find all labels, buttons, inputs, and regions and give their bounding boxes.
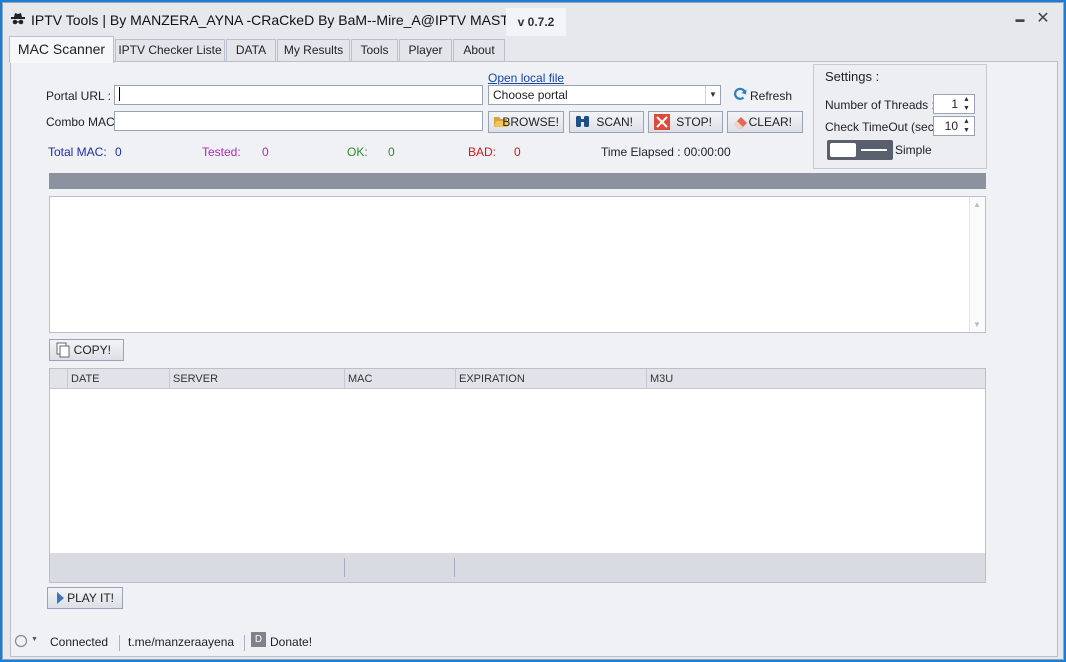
chevron-down-icon: ▼ xyxy=(705,86,720,104)
portal-select[interactable]: Choose portal ▼ xyxy=(488,85,721,105)
log-textbox[interactable]: ▲ ▼ xyxy=(49,196,986,333)
status-divider xyxy=(119,635,120,651)
scroll-down-icon[interactable]: ▼ xyxy=(973,320,981,329)
ok-label: OK: xyxy=(347,145,368,159)
tested-value: 0 xyxy=(262,145,269,159)
column-m3u[interactable]: M3U xyxy=(646,369,985,389)
stop-icon xyxy=(654,114,670,130)
combo-mac-input[interactable] xyxy=(114,111,483,131)
results-table: DATE SERVER MAC EXPIRATION M3U xyxy=(49,368,986,583)
portal-url-label: Portal URL : xyxy=(46,89,111,103)
timeout-label: Check TimeOut (sec) : xyxy=(825,120,945,134)
threads-value: 1 xyxy=(951,97,958,111)
spin-up-icon[interactable]: ▲ xyxy=(960,117,973,126)
timeout-spinner[interactable]: 10 ▲ ▼ xyxy=(933,116,975,136)
combo-mac-label: Combo MAC : xyxy=(46,115,122,129)
footer-divider xyxy=(344,558,345,577)
portal-url-input[interactable] xyxy=(114,85,483,105)
settings-title: Settings : xyxy=(825,69,880,84)
eraser-icon xyxy=(734,117,747,130)
portal-select-value: Choose portal xyxy=(493,88,568,102)
results-table-header: DATE SERVER MAC EXPIRATION M3U xyxy=(50,369,985,389)
column-mac[interactable]: MAC xyxy=(344,369,456,389)
title-bar: IPTV Tools | By MANZERA_AYNA -CRaCkeD By… xyxy=(3,3,1063,36)
scan-button[interactable]: SCAN! xyxy=(569,111,644,133)
copy-button[interactable]: COPY! xyxy=(49,339,124,361)
status-bar: ▼ Connected t.me/manzeraayena D Donate! xyxy=(3,629,1063,655)
footer-divider xyxy=(454,558,455,577)
ok-value: 0 xyxy=(388,145,395,159)
window-title: IPTV Tools | By MANZERA_AYNA -CRaCkeD By… xyxy=(31,12,538,28)
open-local-file-link[interactable]: Open local file xyxy=(488,71,564,85)
column-expiration[interactable]: EXPIRATION xyxy=(455,369,647,389)
app-window: IPTV Tools | By MANZERA_AYNA -CRaCkeD By… xyxy=(2,2,1064,660)
toggle-track-line xyxy=(861,149,887,151)
tab-data[interactable]: DATA xyxy=(226,39,276,62)
spy-icon xyxy=(11,13,25,25)
bad-label: BAD: xyxy=(468,145,497,159)
donate-link[interactable]: Donate! xyxy=(270,635,312,649)
tab-iptv-checker-liste[interactable]: IPTV Checker Liste xyxy=(115,39,225,62)
donate-badge: D xyxy=(251,632,266,647)
connection-icon[interactable] xyxy=(14,634,28,648)
play-button[interactable]: PLAY IT! xyxy=(47,587,123,609)
scroll-up-icon[interactable]: ▲ xyxy=(973,200,981,209)
binoculars-icon xyxy=(576,116,589,127)
spin-up-icon[interactable]: ▲ xyxy=(960,95,973,104)
toggle-knob xyxy=(830,143,856,157)
version-label: v 0.7.2 xyxy=(506,8,566,36)
tab-my-results[interactable]: My Results xyxy=(277,39,350,62)
clear-button[interactable]: CLEAR! xyxy=(727,111,803,133)
tested-label: Tested: xyxy=(202,145,241,159)
settings-group: Settings : Number of Threads : 1 ▲ ▼ Che… xyxy=(813,64,987,169)
scan-progress-bar xyxy=(49,173,986,189)
minimize-button[interactable]: ▬ xyxy=(1012,11,1028,27)
tab-player[interactable]: Player xyxy=(399,39,452,62)
stop-button[interactable]: STOP! xyxy=(648,111,723,133)
tab-about[interactable]: About xyxy=(453,39,505,62)
threads-label: Number of Threads : xyxy=(825,98,935,112)
dropdown-arrow-icon[interactable]: ▼ xyxy=(31,636,38,643)
close-button[interactable]: ✕ xyxy=(1035,11,1051,27)
total-mac-value: 0 xyxy=(115,145,122,159)
spin-down-icon[interactable]: ▼ xyxy=(960,126,973,135)
spin-down-icon[interactable]: ▼ xyxy=(960,104,973,113)
telegram-link[interactable]: t.me/manzeraayena xyxy=(128,635,234,649)
connection-status: Connected xyxy=(50,635,109,649)
bad-value: 0 xyxy=(514,145,521,159)
status-divider xyxy=(244,635,245,651)
threads-spinner[interactable]: 1 ▲ ▼ xyxy=(933,94,975,114)
log-scrollbar[interactable]: ▲ ▼ xyxy=(969,197,985,332)
results-table-footer xyxy=(50,553,985,582)
refresh-icon[interactable] xyxy=(732,86,748,102)
browse-button[interactable]: BROWSE! xyxy=(488,111,564,133)
column-date[interactable]: DATE xyxy=(67,369,168,389)
tab-tools[interactable]: Tools xyxy=(351,39,398,62)
refresh-button[interactable]: Refresh xyxy=(750,89,792,103)
mode-toggle[interactable] xyxy=(827,140,893,160)
mode-label: Simple xyxy=(895,143,932,157)
time-elapsed: Time Elapsed : 00:00:00 xyxy=(601,145,731,159)
column-server[interactable]: SERVER xyxy=(169,369,345,389)
copy-icon xyxy=(56,342,70,358)
total-mac-label: Total MAC: xyxy=(48,145,107,159)
tab-mac-scanner[interactable]: MAC Scanner xyxy=(9,36,114,63)
timeout-value: 10 xyxy=(944,119,958,133)
